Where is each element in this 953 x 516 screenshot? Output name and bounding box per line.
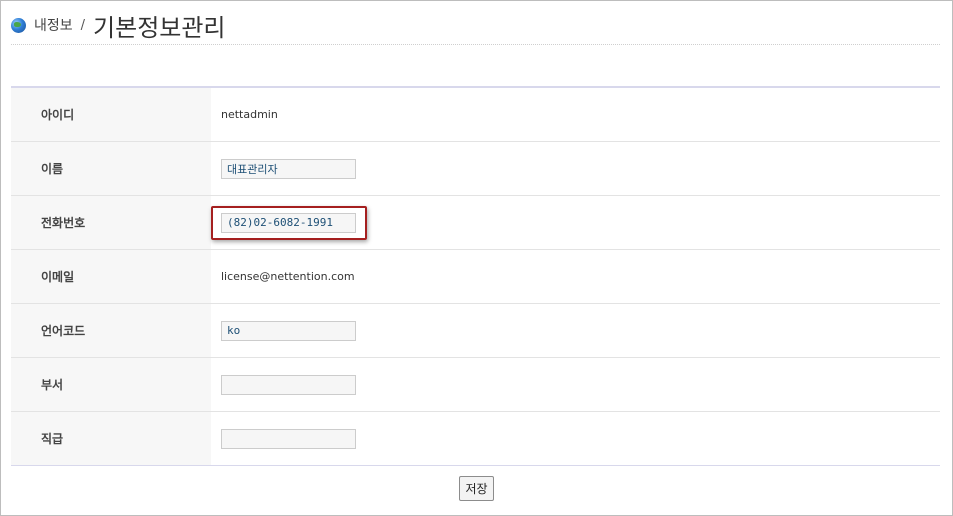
header-divider	[11, 44, 940, 45]
field-value-cell	[211, 358, 940, 411]
name-input[interactable]	[221, 158, 356, 179]
breadcrumb-myinfo[interactable]: 내정보	[34, 15, 73, 35]
user-id-value: nettadmin	[221, 108, 278, 121]
form-row-email: 이메일 license@nettention.com	[11, 250, 940, 304]
field-label-id: 아이디	[11, 88, 211, 141]
page-title: 기본정보관리	[93, 13, 226, 42]
position-input[interactable]	[221, 428, 356, 449]
form-row-name: 이름	[11, 142, 940, 196]
field-value-cell	[211, 142, 940, 195]
form-row-phone: 전화번호	[11, 196, 940, 250]
page-frame: 내정보 / 기본정보관리 아이디 nettadmin 이름 전화번호 이메일	[0, 0, 953, 516]
field-label-department: 부서	[11, 358, 211, 411]
field-label-phone: 전화번호	[11, 196, 211, 249]
form-row-language: 언어코드	[11, 304, 940, 358]
basic-info-form: 아이디 nettadmin 이름 전화번호 이메일 license@netten…	[11, 88, 940, 466]
form-actions: 저장	[1, 476, 952, 501]
phone-input[interactable]	[221, 212, 356, 233]
field-value-cell: license@nettention.com	[211, 250, 940, 303]
language-code-input[interactable]	[221, 320, 356, 341]
field-label-email: 이메일	[11, 250, 211, 303]
field-label-name: 이름	[11, 142, 211, 195]
field-value-cell	[211, 196, 940, 249]
field-label-language: 언어코드	[11, 304, 211, 357]
field-value-cell: nettadmin	[211, 88, 940, 141]
email-value: license@nettention.com	[221, 270, 355, 283]
globe-icon	[11, 17, 26, 33]
field-value-cell	[211, 412, 940, 465]
form-row-department: 부서	[11, 358, 940, 412]
page-header: 내정보 / 기본정보관리	[11, 7, 226, 43]
field-label-position: 직급	[11, 412, 211, 465]
form-row-id: 아이디 nettadmin	[11, 88, 940, 142]
field-value-cell	[211, 304, 940, 357]
breadcrumb-separator: /	[80, 17, 86, 33]
save-button[interactable]: 저장	[459, 476, 494, 501]
department-input[interactable]	[221, 374, 356, 395]
form-row-position: 직급	[11, 412, 940, 466]
